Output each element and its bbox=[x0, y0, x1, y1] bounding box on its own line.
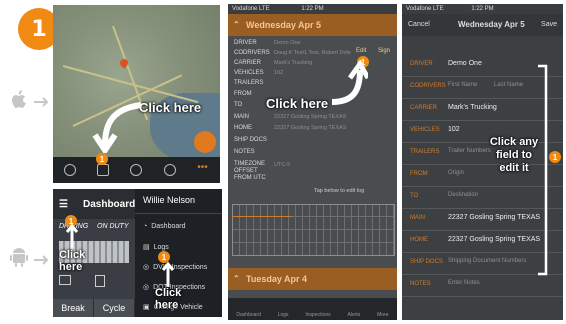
field-label: TIMEZONE OFFSET FROM UTC bbox=[234, 161, 266, 181]
status-bar: Vodafone LTE 1:22 PM bbox=[402, 4, 563, 14]
dashboard-tab-icon[interactable] bbox=[63, 164, 76, 176]
drawer-item-dashboard[interactable]: ◔ Dashboard bbox=[143, 223, 185, 230]
log-line bbox=[232, 216, 292, 217]
field-label: TRAILERS bbox=[234, 80, 264, 86]
arrow-right-icon bbox=[34, 252, 50, 265]
field-value: UTC-5 bbox=[274, 162, 291, 168]
dashboard-icon: ◔ bbox=[143, 223, 148, 230]
field-label: SHIP DOCS bbox=[234, 137, 267, 143]
inspections-tab-icon[interactable] bbox=[130, 164, 143, 176]
field-label: NOTES bbox=[234, 149, 255, 155]
edit-button[interactable]: Edit bbox=[356, 48, 366, 54]
field-value: 22327 Gosling Spring TEXAS bbox=[274, 114, 347, 120]
chevron-up-icon: ⌃ bbox=[233, 20, 240, 29]
apple-icon bbox=[8, 88, 30, 110]
tab-logs[interactable]: Logs bbox=[278, 312, 289, 318]
tab-inspections[interactable]: Inspections bbox=[305, 312, 330, 318]
ios-map-screen: ••• 1 Click here bbox=[53, 5, 220, 183]
ios-logs-screen: Vodafone LTE 1:22 PM ⌃ Wednesday Apr 5 E… bbox=[228, 4, 397, 320]
step-badge: 1 bbox=[549, 151, 561, 163]
click-here-callout-left: Click here bbox=[59, 249, 86, 273]
mail-icon[interactable] bbox=[59, 275, 71, 285]
edit-hint: Tap below to edit log bbox=[314, 188, 365, 194]
ios-tab-bar: Dashboard Logs Inspections Alerts More bbox=[228, 298, 397, 320]
field-value: Demo One bbox=[274, 40, 301, 46]
drawer-item-dvir[interactable]: ◎ DVIR Inspections bbox=[143, 263, 207, 272]
ios-tab-bar: ••• bbox=[53, 157, 220, 183]
logs-icon: ▤ bbox=[143, 244, 150, 251]
field-label: HOME bbox=[234, 125, 252, 131]
save-button[interactable]: Save bbox=[541, 21, 557, 28]
drawer-user-name: Willie Nelson bbox=[143, 195, 196, 205]
logs-tab-icon[interactable] bbox=[97, 164, 110, 176]
android-header: ☰ Dashboard bbox=[53, 189, 135, 219]
cycle-button[interactable]: Cycle bbox=[94, 299, 135, 317]
curved-arrow-icon bbox=[92, 102, 142, 153]
field-label: TO bbox=[234, 102, 243, 108]
field-label: CODRIVERS bbox=[234, 50, 270, 56]
step-number: 1 bbox=[31, 16, 47, 42]
step-badge: 1 bbox=[96, 153, 108, 165]
day-header[interactable]: ⌃ Wednesday Apr 5 bbox=[228, 14, 397, 36]
curved-arrow-icon bbox=[331, 60, 368, 105]
map-action-button[interactable] bbox=[194, 131, 216, 153]
break-button[interactable]: Break bbox=[53, 299, 94, 317]
day-header-next[interactable]: ⌃ Tuesday Apr 4 bbox=[228, 268, 397, 290]
click-here-callout-right: Click here bbox=[155, 287, 182, 311]
drawer-item-logs[interactable]: ▤ Logs bbox=[143, 243, 169, 252]
android-title: Dashboard bbox=[83, 199, 136, 210]
edit-title: Wednesday Apr 5 bbox=[458, 20, 525, 29]
edit-header: Cancel Wednesday Apr 5 Save bbox=[402, 14, 563, 36]
android-screen: ☰ Dashboard DRIVING ON DUTY Break Cycle … bbox=[53, 189, 222, 317]
alerts-tab-icon[interactable] bbox=[163, 164, 176, 176]
arrow-up-icon bbox=[65, 223, 79, 249]
click-any-field-callout: Click any field to edit it bbox=[489, 136, 539, 174]
field-label: MAIN bbox=[234, 114, 249, 120]
drawer-divider bbox=[135, 213, 222, 214]
sign-button[interactable]: Sign bbox=[378, 48, 390, 54]
more-tab-icon[interactable]: ••• bbox=[197, 163, 209, 176]
field-value: 102 bbox=[274, 70, 284, 76]
arrow-up-icon bbox=[161, 261, 175, 287]
field-label: DRIVER bbox=[234, 40, 257, 46]
dot-icon: ◎ bbox=[143, 284, 150, 291]
status-bar: Vodafone LTE 1:22 PM bbox=[228, 4, 397, 14]
field-value: Mark's Trucking bbox=[274, 60, 313, 66]
on-duty-status[interactable]: ON DUTY bbox=[97, 223, 129, 230]
cancel-button[interactable]: Cancel bbox=[408, 21, 430, 28]
android-icon bbox=[8, 246, 30, 268]
tab-dashboard[interactable]: Dashboard bbox=[236, 312, 260, 318]
vehicle-icon: ▣ bbox=[143, 304, 150, 311]
ios-edit-log-screen: Vodafone LTE 1:22 PM Cancel Wednesday Ap… bbox=[402, 4, 563, 320]
document-icon[interactable] bbox=[95, 275, 105, 287]
tab-alerts[interactable]: Alerts bbox=[348, 312, 361, 318]
field-label: FROM bbox=[234, 91, 252, 97]
field-label: VEHICLES bbox=[234, 70, 264, 76]
log-grid[interactable] bbox=[232, 204, 395, 256]
menu-icon[interactable]: ☰ bbox=[59, 199, 68, 210]
chevron-up-icon: ⌃ bbox=[233, 274, 240, 283]
tab-more[interactable]: More bbox=[377, 312, 388, 318]
android-bottom-bar: Break Cycle bbox=[53, 299, 135, 317]
arrow-right-icon bbox=[34, 94, 50, 107]
click-here-callout: Click here bbox=[266, 96, 329, 111]
dvir-icon: ◎ bbox=[143, 264, 150, 271]
field-value: 22327 Gosling Spring TEXAS bbox=[274, 125, 347, 131]
field-value: Doug K Test1 Test, Robert Dole bbox=[274, 50, 351, 56]
field-label: CARRIER bbox=[234, 60, 262, 66]
edit-field-notes[interactable]: NOTES Enter Notes bbox=[402, 274, 563, 297]
